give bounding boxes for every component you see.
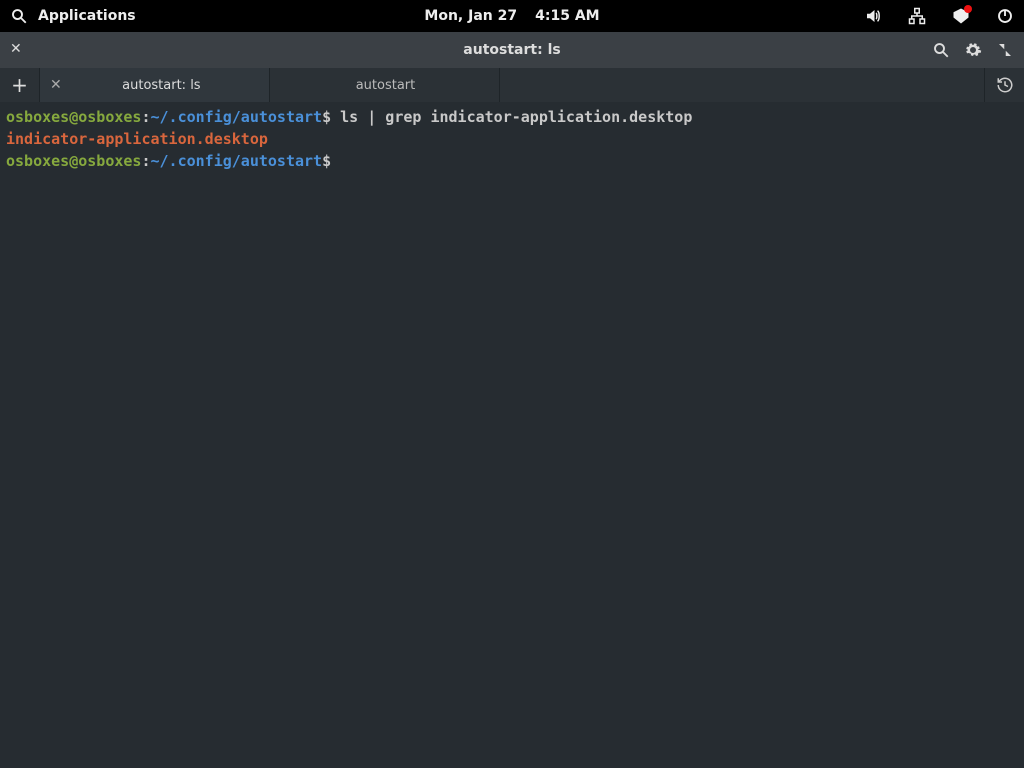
window-title: autostart: ls (463, 42, 560, 58)
notifications-icon[interactable] (952, 7, 970, 25)
close-tab-icon[interactable]: ✕ (50, 77, 62, 93)
prompt-path: ~/.config/autostart (151, 152, 323, 170)
tab-autostart-ls[interactable]: ✕ autostart: ls (40, 68, 270, 102)
tab-history-icon[interactable] (984, 68, 1024, 102)
terminal-viewport[interactable]: osboxes@osboxes:~/.config/autostart$ ls … (0, 102, 1024, 768)
tab-autostart[interactable]: autostart (270, 68, 500, 102)
window-title-bar: ✕ autostart: ls (0, 32, 1024, 68)
settings-icon[interactable] (964, 41, 982, 59)
topbar-time: 4:15 AM (535, 8, 599, 24)
terminal-output: indicator-application.desktop (6, 128, 1018, 150)
prompt-path: ~/.config/autostart (151, 108, 323, 126)
applications-menu[interactable]: Applications (38, 8, 136, 24)
terminal-search-icon[interactable] (932, 41, 950, 59)
prompt-user: osboxes@osboxes (6, 108, 141, 126)
notification-badge (964, 5, 972, 13)
window-close-button[interactable]: ✕ (10, 41, 28, 59)
volume-icon[interactable] (864, 7, 882, 25)
terminal-prompt: osboxes@osboxes:~/.config/autostart$ (6, 150, 1018, 172)
new-tab-button[interactable]: + (0, 68, 40, 102)
grep-match-output: indicator-application.desktop (6, 130, 268, 148)
tab-bar: + ✕ autostart: ls autostart (0, 68, 1024, 102)
system-top-bar: Applications Mon, Jan 27 4:15 AM (0, 0, 1024, 32)
search-icon[interactable] (10, 7, 28, 25)
network-icon[interactable] (908, 7, 926, 25)
tab-label: autostart (300, 78, 485, 93)
command-text: ls | grep indicator-application.desktop (331, 108, 692, 126)
topbar-date: Mon, Jan 27 (424, 8, 517, 24)
terminal-line: osboxes@osboxes:~/.config/autostart$ ls … (6, 106, 1018, 128)
restore-window-icon[interactable] (996, 41, 1014, 59)
tab-label: autostart: ls (82, 78, 255, 93)
power-icon[interactable] (996, 7, 1014, 25)
prompt-user: osboxes@osboxes (6, 152, 141, 170)
